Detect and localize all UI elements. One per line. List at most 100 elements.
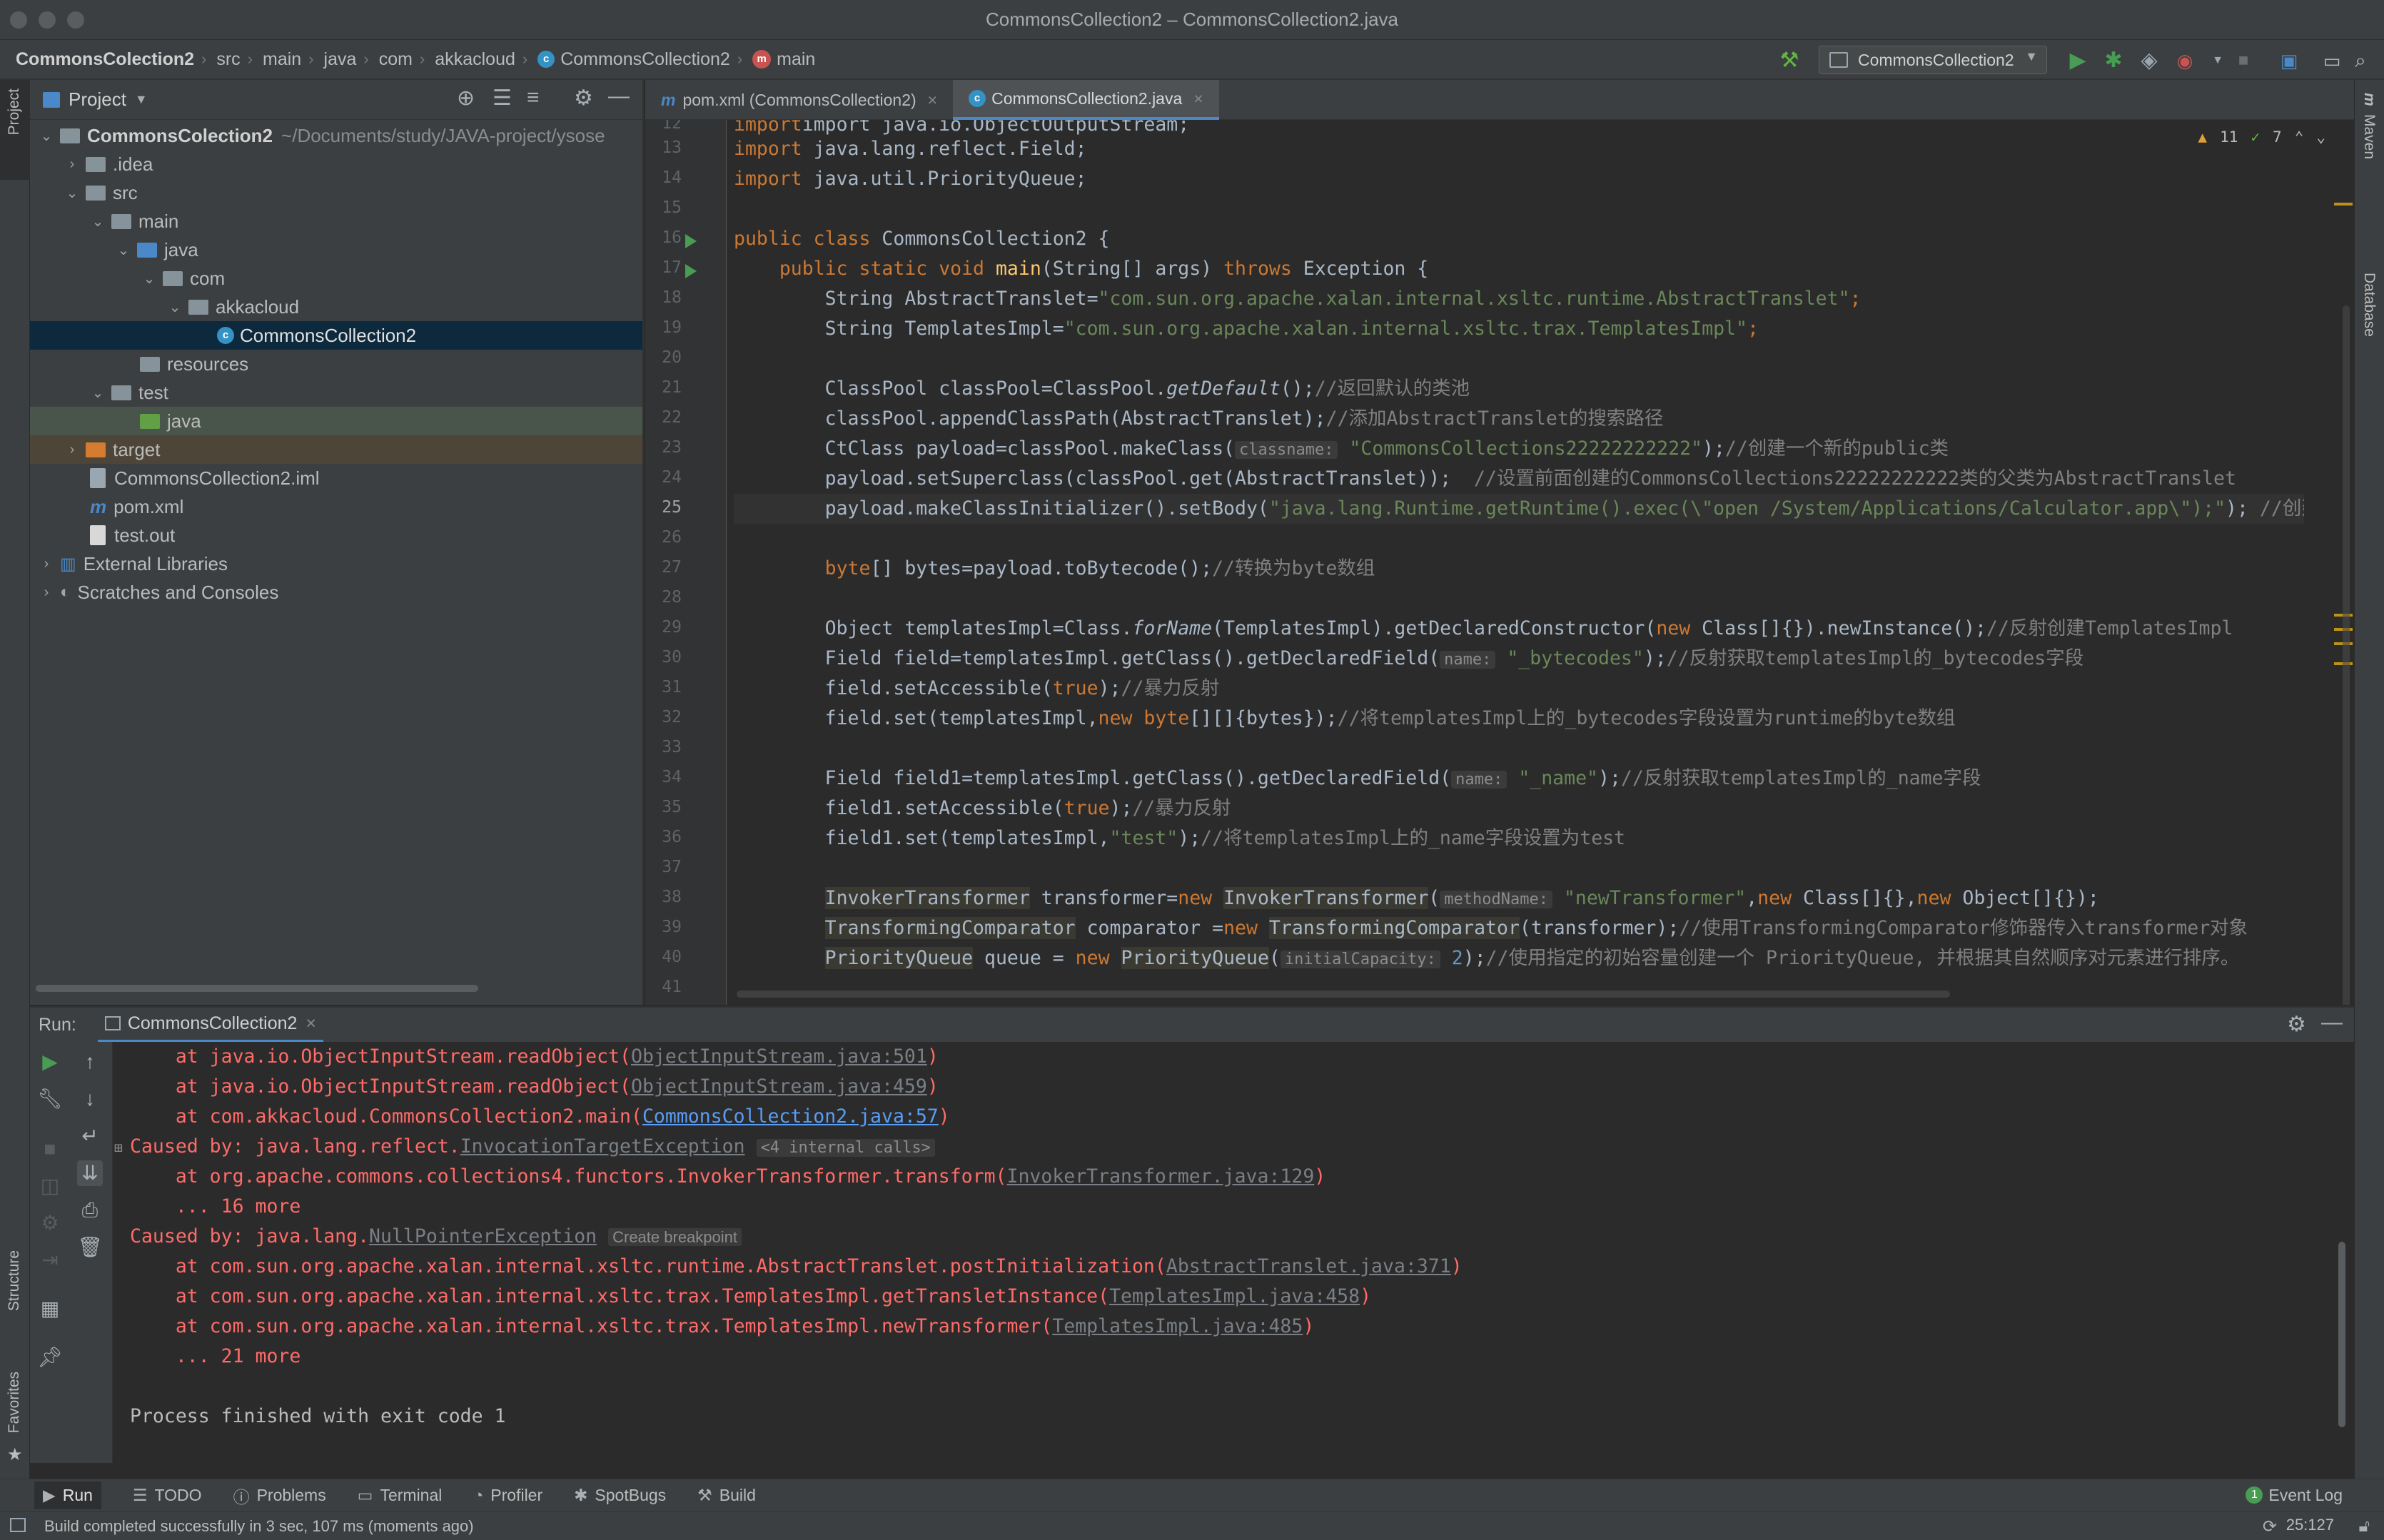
breadcrumb-method[interactable]: m main: [752, 49, 815, 70]
warning-stripe[interactable]: [2334, 203, 2353, 206]
status-message[interactable]: Build completed successfully in 3 sec, 1…: [44, 1517, 474, 1536]
database-tool-label[interactable]: Database: [2360, 273, 2378, 337]
breadcrumb-src[interactable]: src: [216, 49, 240, 70]
favorites-tool-label[interactable]: Favorites: [6, 1372, 23, 1433]
scroll-to-end-icon[interactable]: ⇊: [77, 1160, 103, 1186]
create-breakpoint-button[interactable]: Create breakpoint: [608, 1228, 742, 1246]
caret-position[interactable]: 25:127: [2286, 1516, 2334, 1534]
coverage-icon[interactable]: ◈: [2137, 49, 2161, 73]
tool-tab-run[interactable]: ▶ Run: [34, 1481, 101, 1509]
layout-icon[interactable]: ▭: [2320, 49, 2344, 73]
trash-icon[interactable]: 🗑︎: [77, 1235, 103, 1260]
close-icon[interactable]: ×: [1193, 89, 1203, 108]
tree-item-src[interactable]: ⌄ src: [30, 178, 642, 207]
hammer-icon[interactable]: ⚒: [1777, 49, 1802, 73]
tree-item-pom[interactable]: m pom.xml: [30, 492, 642, 521]
structure-tool-label[interactable]: Structure: [6, 1250, 23, 1311]
editor-horizontal-scrollbar[interactable]: [737, 991, 1950, 998]
stacktrace-link[interactable]: InvocationTargetException: [460, 1135, 745, 1157]
internal-calls-tag[interactable]: <4 internal calls>: [756, 1139, 935, 1157]
stacktrace-link[interactable]: CommonsCollection2.java:57: [642, 1105, 939, 1128]
stacktrace-link[interactable]: AbstractTranslet.java:371: [1166, 1255, 1451, 1277]
toggle-tool-windows-icon[interactable]: [10, 1518, 26, 1532]
stop-icon[interactable]: ■: [37, 1136, 63, 1162]
tool-tab-todo[interactable]: ☰ TODO: [133, 1486, 202, 1505]
console-vertical-scrollbar[interactable]: [2338, 1242, 2345, 1427]
inspection-widget[interactable]: ▲ 11 ✓ 7 ⌃ ⌄: [2198, 128, 2325, 146]
stacktrace-link[interactable]: NullPointerException: [369, 1225, 597, 1247]
chevron-down-icon[interactable]: ⌄: [2316, 128, 2325, 146]
project-horizontal-scrollbar[interactable]: [36, 985, 478, 992]
breadcrumb-class[interactable]: c CommonsCollection2: [537, 49, 730, 70]
project-view-selector[interactable]: Project: [69, 88, 126, 111]
code-editor[interactable]: 12 13 14 15 16 17 18 19 20 21 22 23 24 2…: [645, 120, 2354, 1005]
layout-icon[interactable]: ▦: [37, 1296, 63, 1322]
tree-item-java[interactable]: ⌄ java: [30, 235, 642, 264]
gear-icon[interactable]: ⚙: [2287, 1012, 2306, 1037]
lock-icon[interactable]: 🔓︎: [2358, 1516, 2370, 1536]
breadcrumb-project[interactable]: CommonsColection2: [16, 49, 194, 70]
stacktrace-link[interactable]: ObjectInputStream.java:501: [631, 1045, 927, 1068]
editor-vertical-scrollbar[interactable]: [2343, 305, 2350, 1005]
tree-item-target[interactable]: › target: [30, 435, 642, 464]
close-icon[interactable]: ×: [928, 91, 937, 110]
collapse-icon[interactable]: ≡: [527, 86, 540, 110]
tool-tab-profiler[interactable]: ◔ Profiler: [473, 1486, 542, 1505]
rerun-icon[interactable]: ▶: [37, 1049, 63, 1075]
tab-run-commonscollection2[interactable]: CommonsCollection2 ×: [97, 1007, 324, 1043]
expand-icon[interactable]: ☰: [493, 86, 512, 111]
minimize-icon[interactable]: —: [2321, 1010, 2343, 1035]
chevron-down-icon[interactable]: ▼: [135, 92, 148, 107]
pin-icon[interactable]: 📌︎: [37, 1344, 63, 1370]
up-arrow-icon[interactable]: ↑: [77, 1049, 103, 1075]
tree-item-main[interactable]: ⌄ main: [30, 207, 642, 235]
tool-tab-terminal[interactable]: ▭ Terminal: [358, 1486, 443, 1505]
run-configuration-selector[interactable]: CommonsCollection2 ▼: [1819, 46, 2047, 74]
camera-icon[interactable]: ◫: [37, 1173, 63, 1199]
down-arrow-icon[interactable]: ↓: [77, 1086, 103, 1112]
tree-item-test-java[interactable]: java: [30, 407, 642, 435]
tree-item-external-libraries[interactable]: › ▥ External Libraries: [30, 549, 642, 578]
debug-icon[interactable]: ✱: [2101, 49, 2126, 73]
close-icon[interactable]: ×: [305, 1013, 316, 1034]
gear-icon[interactable]: ⚙: [37, 1210, 63, 1236]
run-gutter-icon[interactable]: [685, 234, 697, 248]
project-tool-button[interactable]: Project: [0, 80, 30, 180]
fold-icon[interactable]: ⊞: [114, 1139, 123, 1156]
tree-item-scratches[interactable]: › ◐ Scratches and Consoles: [30, 578, 642, 607]
exit-icon[interactable]: ⇥: [37, 1247, 63, 1273]
breadcrumb-akkacloud[interactable]: akkacloud: [435, 49, 515, 70]
soft-wrap-icon[interactable]: ↵: [77, 1123, 103, 1149]
tool-tab-problems[interactable]: ⓘ Problems: [233, 1484, 326, 1508]
stacktrace-link[interactable]: TemplatesImpl.java:485: [1052, 1315, 1303, 1337]
run-icon[interactable]: ▶: [2066, 49, 2090, 73]
tool-tab-spotbugs[interactable]: ✱ SpotBugs: [574, 1486, 666, 1505]
minimize-icon[interactable]: —: [608, 84, 630, 108]
tree-item-resources[interactable]: resources: [30, 350, 642, 378]
tree-item-idea[interactable]: › .idea: [30, 150, 642, 178]
search-icon[interactable]: ⌕: [2348, 49, 2373, 73]
chevron-up-icon[interactable]: ⌃: [2295, 128, 2304, 146]
tree-item-commonscollection2[interactable]: c CommonsCollection2: [30, 321, 642, 350]
gear-icon[interactable]: ⚙: [574, 86, 593, 111]
sync-icon[interactable]: ⟳: [2263, 1516, 2277, 1537]
locate-icon[interactable]: ⊕: [457, 86, 475, 111]
profile-icon[interactable]: ◉: [2173, 49, 2197, 73]
stacktrace-link[interactable]: ObjectInputStream.java:459: [631, 1075, 927, 1098]
breadcrumb-main[interactable]: main: [263, 49, 301, 70]
stacktrace-link[interactable]: TemplatesImpl.java:458: [1109, 1285, 1360, 1307]
event-log-button[interactable]: 1 Event Log: [2246, 1479, 2343, 1511]
tree-item-iml[interactable]: CommonsCollection2.iml: [30, 464, 642, 492]
console-output[interactable]: at java.io.ObjectInputStream.readObject(…: [113, 1042, 2354, 1463]
tree-item-test[interactable]: ⌄ test: [30, 378, 642, 407]
tree-item-test-out[interactable]: test.out: [30, 521, 642, 549]
tree-item-akkacloud[interactable]: ⌄ akkacloud: [30, 293, 642, 321]
project-structure-icon[interactable]: ▣: [2277, 49, 2301, 73]
breadcrumb-com[interactable]: com: [379, 49, 413, 70]
breadcrumb-java[interactable]: java: [324, 49, 357, 70]
profile-dropdown-icon[interactable]: ▼: [2206, 49, 2230, 73]
run-gutter-icon[interactable]: [685, 264, 697, 278]
tool-tab-build[interactable]: ⚒ Build: [697, 1486, 756, 1505]
tab-pom-xml[interactable]: m pom.xml (CommonsCollection2) ×: [645, 80, 953, 120]
tree-item-root[interactable]: ⌄ CommonsColection2 ~/Documents/study/JA…: [30, 121, 642, 150]
